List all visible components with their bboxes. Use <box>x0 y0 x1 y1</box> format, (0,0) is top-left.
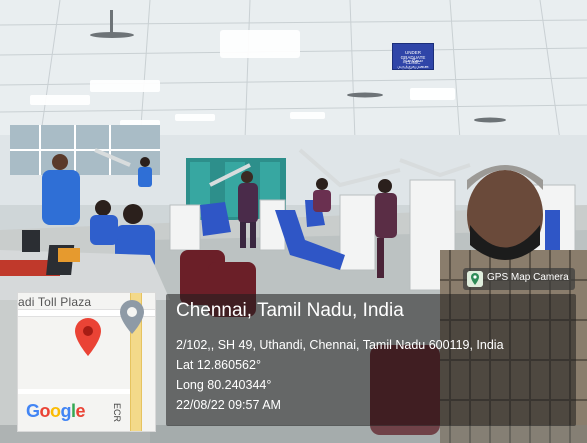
clinic-sign: UNDER GRADUATE CLINIC இளநிலை மருத்துவமனை <box>392 43 434 70</box>
map-road-secondary <box>18 389 130 394</box>
map-thumbnail: adi Toll Plaza ECR Google <box>17 292 156 432</box>
map-road-name: ECR <box>112 403 122 423</box>
sign-line-tamil: இளநிலை மருத்துவமனை <box>397 58 429 69</box>
map-marker-grey-icon <box>118 299 146 340</box>
gps-map-camera-badge: GPS Map Camera <box>463 268 575 290</box>
map-location-pin-icon <box>73 317 103 362</box>
photo-frame: UNDER GRADUATE CLINIC இளநிலை மருத்துவமனை… <box>0 0 587 443</box>
map-place-label: adi Toll Plaza <box>18 295 92 309</box>
location-title: Chennai, Tamil Nadu, India <box>176 300 404 321</box>
gps-map-camera-icon <box>467 271 483 287</box>
location-info-panel: Chennai, Tamil Nadu, India 2/102,, SH 49… <box>166 294 576 426</box>
location-longitude: Long 80.240344° <box>176 378 272 392</box>
gps-badge-label: GPS Map Camera <box>487 272 569 283</box>
location-latitude: Lat 12.860562° <box>176 358 261 372</box>
google-logo: Google <box>26 401 86 421</box>
location-datetime: 22/08/22 09:57 AM <box>176 398 281 412</box>
location-address: 2/102,, SH 49, Uthandi, Chennai, Tamil N… <box>176 338 504 352</box>
